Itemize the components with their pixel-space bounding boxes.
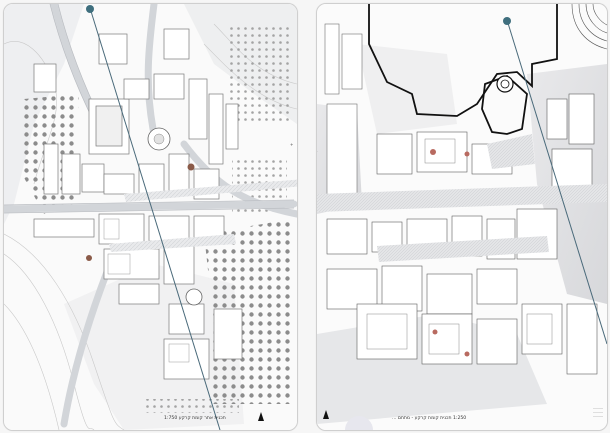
landmark-dot-2 — [86, 255, 92, 261]
landmark-dot-1 — [187, 163, 195, 171]
dot-field-bottom — [144, 399, 239, 413]
site-plan-drawing — [4, 4, 297, 430]
accent-dot-1 — [430, 149, 436, 155]
site-plan-caption: תכנית אתר קומת קרקע 1:750 — [164, 416, 226, 421]
ground-floor-drawing — [317, 4, 607, 430]
north-arrow-icon — [323, 410, 329, 419]
site-plan-sheet: תכנית אתר קומת קרקע 1:750 + — [3, 3, 298, 431]
left-building-strip — [324, 23, 363, 200]
accent-dot-2 — [464, 151, 470, 157]
ground-floor-caption: 1:250 תכנית קומת קרקע - מתחם ... — [392, 416, 467, 421]
accent-dot-4 — [464, 351, 470, 357]
plaza-center — [153, 133, 165, 145]
axis-pin-icon — [503, 17, 511, 25]
axis-pin-icon — [86, 5, 94, 13]
plaza-south — [185, 288, 203, 306]
accent-dot-3 — [432, 329, 438, 335]
north-arrow-icon — [258, 412, 264, 421]
info-line: .......... — [592, 414, 603, 418]
section-marker: + — [290, 142, 294, 147]
project-info-block: .......... .......... .......... — [551, 406, 603, 418]
section-marker: - — [316, 149, 318, 154]
ground-floor-plan-sheet: 1:250 תכנית קומת קרקע - מתחם ... .......… — [316, 3, 608, 431]
round-tower-inner — [500, 79, 510, 89]
